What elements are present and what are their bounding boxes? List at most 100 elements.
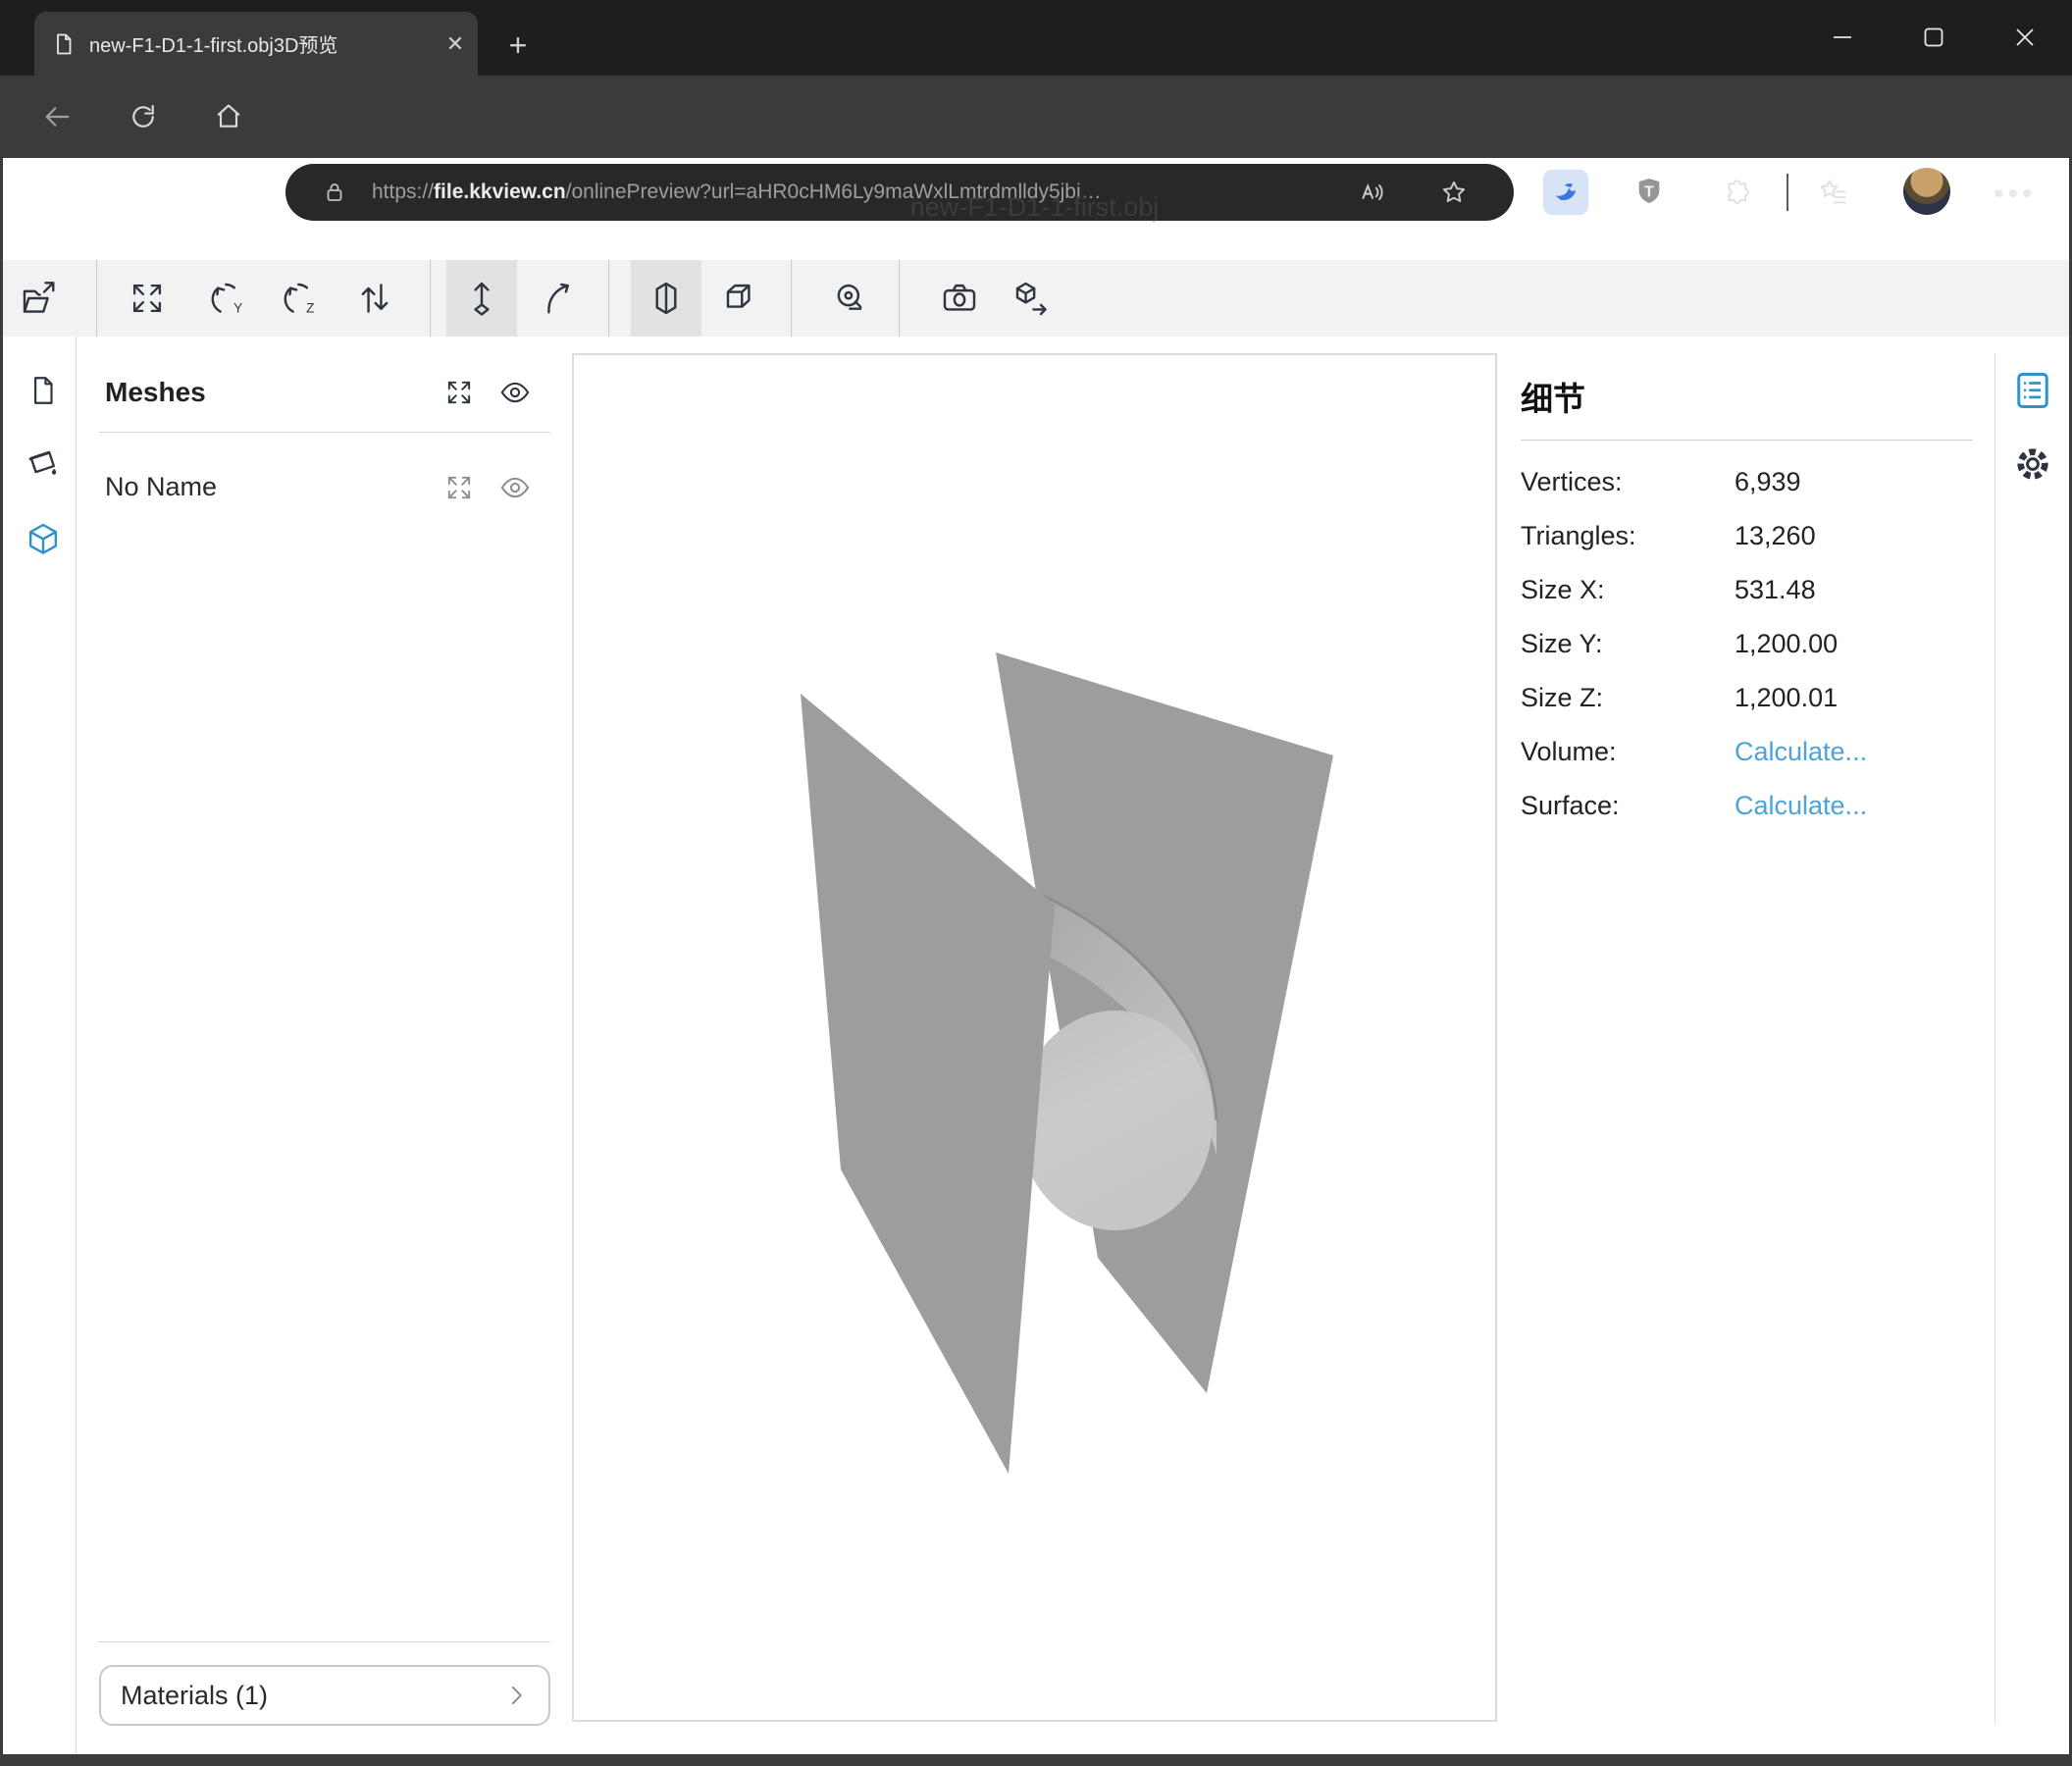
flip-vertical-icon (355, 279, 394, 318)
calculate-volume-link[interactable]: Calculate... (1735, 737, 1867, 767)
rotate-z-button[interactable]: Z (264, 260, 335, 337)
detail-label: Surface: (1521, 791, 1620, 821)
window-close-button[interactable] (1994, 14, 2055, 61)
window-maximize-button[interactable] (1903, 14, 1964, 61)
chevron-right-icon (501, 1681, 531, 1710)
camera-icon (940, 279, 979, 318)
detail-label: Size Y: (1521, 629, 1603, 659)
detail-row-size-y: Size Y: 1,200.00 (1521, 629, 1973, 664)
extensions-puzzle-icon[interactable] (1715, 170, 1760, 215)
toolbar-separator (608, 260, 609, 337)
materials-button[interactable]: Materials (1) (99, 1665, 550, 1726)
detail-row-surface: Surface: Calculate... (1521, 791, 1973, 826)
svg-text:T: T (1644, 183, 1654, 200)
toolbar-separator (430, 260, 431, 337)
sidebar-file-info-button[interactable] (24, 371, 63, 410)
export-icon (1012, 279, 1052, 318)
profile-avatar[interactable] (1903, 168, 1950, 215)
viewer-toolbar: Y Z (3, 260, 2069, 337)
home-icon[interactable] (213, 101, 244, 132)
toolbar-separator (1787, 174, 1788, 211)
details-panel-tab-button[interactable] (2011, 369, 2054, 412)
open-model-button[interactable] (4, 260, 75, 337)
favorites-bar-icon[interactable] (1811, 170, 1856, 215)
gear-icon (2012, 443, 2053, 485)
file-icon (26, 374, 60, 407)
detail-label: Size Z: (1521, 683, 1603, 713)
perspective-view-button[interactable] (702, 260, 773, 337)
snapshot-button[interactable] (924, 260, 995, 337)
sidebar-meshes-button[interactable] (24, 520, 63, 559)
mesh-list-item[interactable]: No Name (105, 472, 217, 502)
browser-tab[interactable]: new-F1-D1-1-first.obj3D预览 ✕ (34, 12, 478, 76)
detail-value: 1,200.00 (1735, 629, 1838, 659)
detail-label: Size X: (1521, 575, 1605, 605)
detail-value: 531.48 (1735, 575, 1816, 605)
up-axis-button[interactable] (446, 260, 517, 337)
paint-bucket-icon (25, 445, 62, 483)
browser-titlebar: new-F1-D1-1-first.obj3D预览 ✕ + (0, 0, 2072, 76)
browser-window: new-F1-D1-1-first.obj3D预览 ✕ + https:// (0, 0, 2072, 1766)
details-list-icon (2012, 370, 2053, 411)
new-tab-button[interactable]: + (498, 26, 538, 65)
meshes-panel-title: Meshes (105, 377, 206, 408)
left-strip-divider (76, 337, 77, 1754)
rotate-z-icon: Z (280, 279, 319, 318)
fit-all-meshes-icon[interactable] (442, 376, 476, 409)
fit-view-button[interactable] (112, 260, 182, 337)
orthographic-view-button[interactable] (631, 260, 701, 337)
measure-button[interactable] (815, 260, 886, 337)
orbit-button[interactable] (522, 260, 593, 337)
3d-model-render (574, 355, 1495, 1720)
orthographic-icon (647, 279, 686, 318)
svg-text:Y: Y (233, 300, 242, 315)
toggle-all-meshes-visibility-icon[interactable] (498, 376, 532, 409)
calculate-surface-link[interactable]: Calculate... (1735, 791, 1867, 821)
detail-row-triangles: Triangles: 13,260 (1521, 521, 1973, 556)
detail-row-vertices: Vertices: 6,939 (1521, 467, 1973, 502)
toolbar-separator (791, 260, 792, 337)
reload-icon[interactable] (128, 101, 159, 132)
svg-text:Z: Z (306, 300, 314, 315)
left-plane-mesh (801, 694, 1055, 1474)
tab-title: new-F1-D1-1-first.obj3D预览 (89, 29, 337, 58)
page-file-icon (52, 32, 76, 56)
detail-value: 6,939 (1735, 467, 1801, 497)
detail-row-size-x: Size X: 531.48 (1521, 575, 1973, 610)
browser-menu-icon[interactable]: ••• (1994, 178, 2037, 211)
3d-viewport[interactable] (572, 353, 1497, 1722)
toolbar-separator (96, 260, 97, 337)
window-minimize-button[interactable] (1812, 14, 1873, 61)
materials-button-label: Materials (1) (121, 1681, 268, 1711)
model-file-title: new-F1-D1-1-first.obj (572, 192, 1497, 223)
detail-value: 13,260 (1735, 521, 1816, 551)
flip-vertical-button[interactable] (339, 260, 410, 337)
measure-tape-icon (831, 279, 870, 318)
browser-navbar: https://file.kkview.cn/onlinePreview?url… (0, 76, 2072, 158)
tab-close-icon[interactable]: ✕ (439, 27, 472, 61)
window-frame-bottom (0, 1754, 2072, 1766)
detail-row-volume: Volume: Calculate... (1521, 737, 1973, 772)
up-axis-icon (462, 279, 501, 318)
open-file-icon (20, 279, 59, 318)
sidebar-materials-button[interactable] (24, 444, 63, 484)
fit-mesh-icon[interactable] (442, 471, 476, 504)
perspective-box-icon (718, 279, 757, 318)
detail-label: Vertices: (1521, 467, 1623, 497)
settings-button[interactable] (2011, 442, 2054, 486)
export-model-button[interactable] (997, 260, 1067, 337)
rotate-y-button[interactable]: Y (191, 260, 262, 337)
materials-divider (97, 1641, 550, 1642)
lock-icon[interactable] (323, 181, 346, 204)
details-panel-title: 细节 (1521, 373, 1585, 420)
back-icon[interactable] (41, 101, 73, 132)
toolbar-separator (899, 260, 900, 337)
translate-extension-icon[interactable] (1543, 170, 1588, 215)
meshes-panel-divider (99, 432, 550, 433)
tampermonkey-extension-icon[interactable]: T (1627, 170, 1672, 215)
detail-label: Volume: (1521, 737, 1617, 767)
toggle-mesh-visibility-icon[interactable] (498, 471, 532, 504)
rotate-y-icon: Y (207, 279, 246, 318)
details-divider (1521, 440, 1973, 441)
detail-value: 1,200.01 (1735, 683, 1838, 713)
